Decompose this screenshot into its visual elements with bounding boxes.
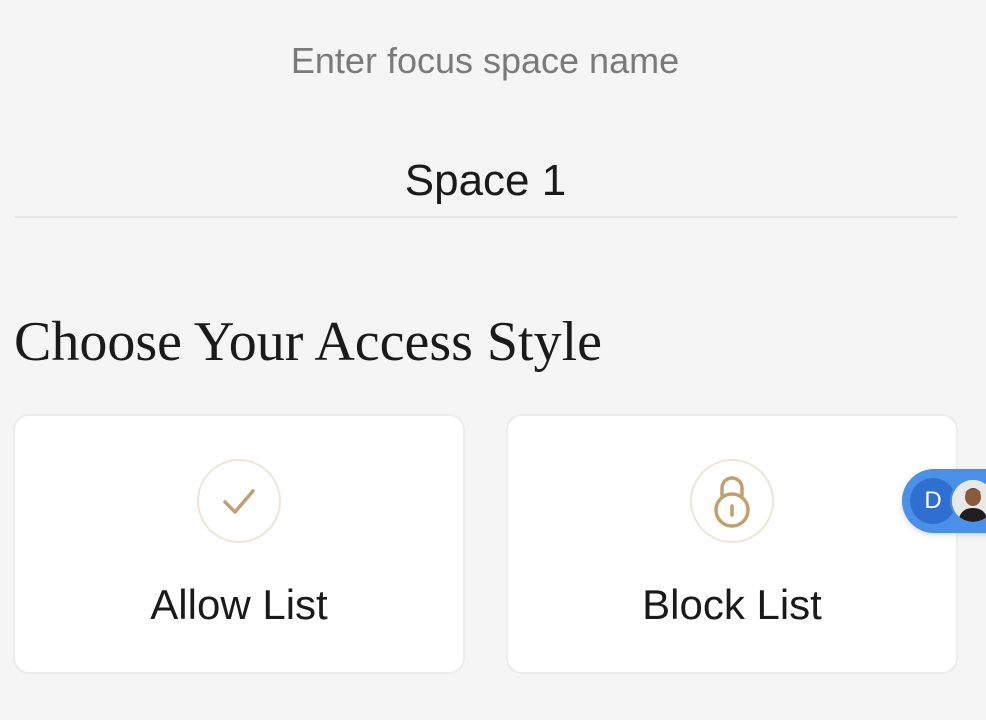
allow-list-icon-circle xyxy=(197,459,281,543)
block-list-label: Block List xyxy=(642,581,822,628)
allow-list-label: Allow List xyxy=(150,581,328,628)
space-name-input[interactable] xyxy=(14,146,957,218)
check-icon xyxy=(223,489,255,514)
person-avatar-icon xyxy=(952,480,986,522)
access-style-title: Choose Your Access Style xyxy=(14,311,603,373)
block-list-card[interactable]: Block List xyxy=(506,414,958,674)
block-list-icon-circle xyxy=(690,459,774,543)
chat-widget-button[interactable]: D xyxy=(902,469,986,533)
agent-avatar xyxy=(950,478,986,524)
space-name-label: Enter focus space name xyxy=(290,40,680,81)
allow-list-card[interactable]: Allow List xyxy=(13,414,465,674)
lock-icon xyxy=(714,476,750,528)
